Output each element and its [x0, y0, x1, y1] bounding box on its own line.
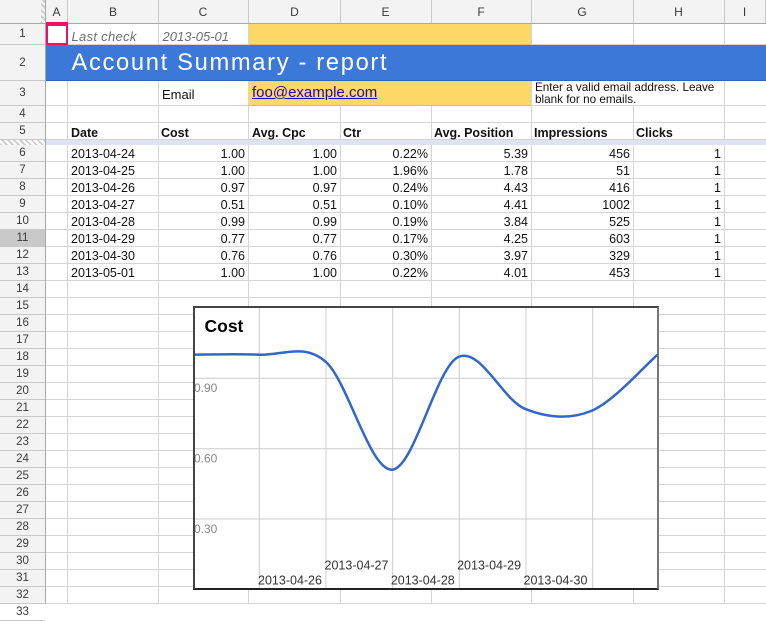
svg-text:2013-04-29: 2013-04-29 [457, 558, 521, 572]
svg-text:Cost: Cost [204, 316, 243, 336]
svg-text:2013-04-27: 2013-04-27 [324, 558, 388, 572]
svg-text:2013-04-28: 2013-04-28 [390, 573, 454, 587]
svg-text:2013-04-30: 2013-04-30 [523, 573, 587, 587]
svg-text:2013-04-26: 2013-04-26 [258, 573, 322, 587]
svg-text:0.90: 0.90 [195, 381, 218, 395]
svg-text:0.30: 0.30 [195, 522, 218, 536]
svg-text:0.60: 0.60 [195, 451, 218, 465]
